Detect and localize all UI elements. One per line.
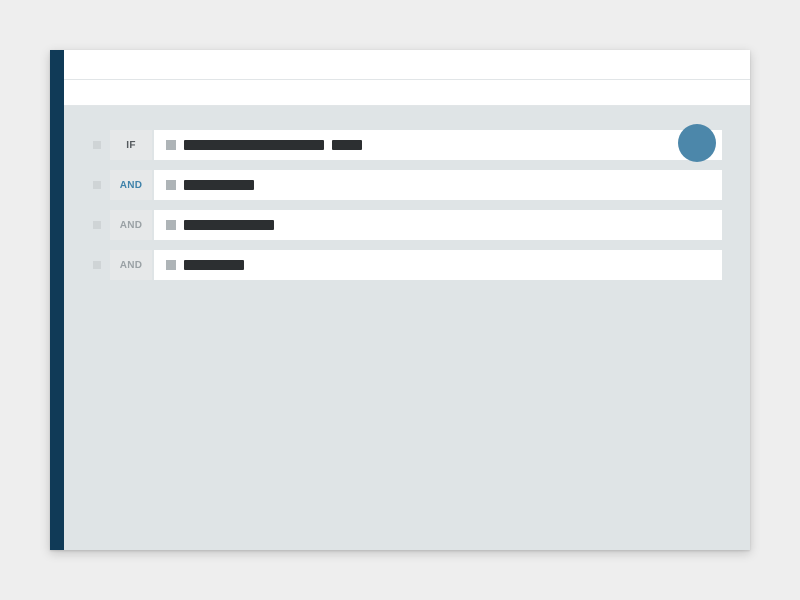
- operator-label: IF: [126, 140, 136, 151]
- operator-box[interactable]: AND: [110, 170, 152, 200]
- rule-row[interactable]: AND: [92, 170, 722, 200]
- drag-handle[interactable]: [92, 170, 102, 200]
- operator-label: AND: [120, 260, 143, 271]
- operator-label: AND: [120, 220, 143, 231]
- operator-label: AND: [120, 180, 143, 191]
- tool-card: IF AND: [50, 50, 750, 550]
- condition-field[interactable]: [154, 210, 722, 240]
- sidebar-strip: [50, 50, 64, 550]
- drag-handle[interactable]: [92, 210, 102, 240]
- rule-row[interactable]: AND: [92, 210, 722, 240]
- condition-text-placeholder: [184, 220, 274, 230]
- condition-text-placeholder: [184, 180, 254, 190]
- operator-box[interactable]: AND: [110, 250, 152, 280]
- drag-handle[interactable]: [92, 250, 102, 280]
- condition-handle[interactable]: [166, 140, 176, 150]
- condition-handle[interactable]: [166, 180, 176, 190]
- condition-field[interactable]: [154, 250, 722, 280]
- main-panel: IF AND: [64, 50, 750, 550]
- content-area: IF AND: [64, 106, 750, 550]
- condition-handle[interactable]: [166, 260, 176, 270]
- add-rule-button[interactable]: [678, 124, 716, 162]
- rule-row[interactable]: AND: [92, 250, 722, 280]
- operator-box[interactable]: AND: [110, 210, 152, 240]
- rule-row[interactable]: IF: [92, 130, 722, 160]
- header-row-2: [64, 80, 750, 106]
- condition-text-placeholder: [184, 260, 244, 270]
- condition-handle[interactable]: [166, 220, 176, 230]
- condition-field[interactable]: [154, 170, 722, 200]
- condition-text-placeholder: [184, 140, 324, 150]
- drag-handle[interactable]: [92, 130, 102, 160]
- header-row-1: [64, 50, 750, 80]
- condition-text-placeholder: [332, 140, 362, 150]
- condition-field[interactable]: [154, 130, 722, 160]
- operator-box[interactable]: IF: [110, 130, 152, 160]
